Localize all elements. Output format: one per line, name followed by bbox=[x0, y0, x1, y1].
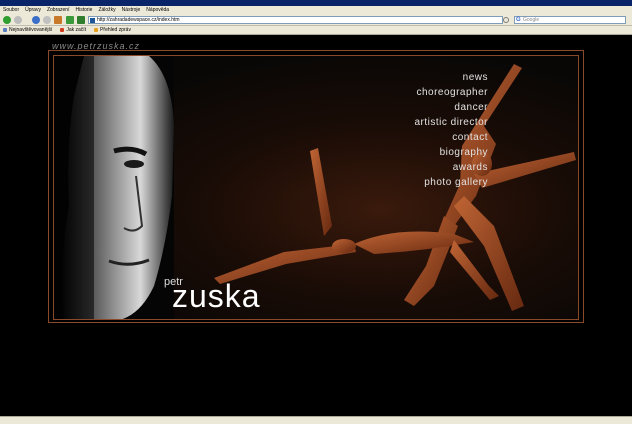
menu-historie[interactable]: Historie bbox=[75, 7, 92, 13]
menu-zalozky[interactable]: Záložky bbox=[98, 7, 115, 13]
favicon-icon bbox=[90, 18, 95, 23]
stop-icon[interactable] bbox=[43, 16, 51, 24]
reload-icon[interactable] bbox=[32, 16, 40, 24]
google-search-icon: G bbox=[516, 17, 521, 23]
bookmark-item[interactable]: Nejnavštěvovanější bbox=[3, 27, 52, 33]
menu-soubor[interactable]: Soubor bbox=[3, 7, 19, 13]
search-input[interactable]: G Google bbox=[514, 16, 626, 24]
nav-photo-gallery[interactable]: photo gallery bbox=[414, 175, 488, 190]
go-icon[interactable] bbox=[503, 17, 509, 23]
nav-biography[interactable]: biography bbox=[414, 145, 488, 160]
site-navigation: news choreographer dancer artistic direc… bbox=[414, 70, 488, 190]
bookmark-icon bbox=[3, 28, 7, 32]
nav-choreographer[interactable]: choreographer bbox=[414, 85, 488, 100]
back-icon[interactable] bbox=[3, 16, 11, 24]
nav-news[interactable]: news bbox=[414, 70, 488, 85]
bookmark-item[interactable]: Jak začít bbox=[60, 27, 86, 33]
page-icon[interactable] bbox=[77, 16, 85, 24]
url-input[interactable]: http://zahradadewspace.cz/index.htm bbox=[88, 16, 503, 24]
nav-contact[interactable]: contact bbox=[414, 130, 488, 145]
hero-panel: news choreographer dancer artistic direc… bbox=[53, 55, 579, 320]
browser-menubar: Soubor Úpravy Zobrazení Historie Záložky… bbox=[0, 6, 632, 14]
home-icon[interactable] bbox=[54, 16, 62, 24]
menu-zobrazeni[interactable]: Zobrazení bbox=[47, 7, 70, 13]
nav-awards[interactable]: awards bbox=[414, 160, 488, 175]
nav-artistic-director[interactable]: artistic director bbox=[414, 115, 488, 130]
menu-nastroje[interactable]: Nástroje bbox=[122, 7, 141, 13]
dancers-image bbox=[214, 64, 576, 311]
browser-toolbar: http://zahradadewspace.cz/index.htm G Go… bbox=[0, 14, 632, 26]
bookmark-item[interactable]: Přehled zpráv bbox=[94, 27, 131, 33]
rss-icon[interactable] bbox=[66, 16, 74, 24]
browser-statusbar bbox=[0, 416, 632, 424]
firefox-icon bbox=[60, 28, 65, 32]
menu-upravy[interactable]: Úpravy bbox=[25, 7, 41, 13]
search-placeholder: Google bbox=[523, 17, 540, 23]
rss-feed-icon bbox=[94, 28, 99, 32]
artist-last-name: zuska bbox=[172, 278, 261, 314]
bookmarks-bar: Nejnavštěvovanější Jak začít Přehled zpr… bbox=[0, 26, 632, 35]
portrait-image bbox=[54, 56, 174, 319]
nav-dancer[interactable]: dancer bbox=[414, 100, 488, 115]
forward-icon[interactable] bbox=[14, 16, 22, 24]
menu-napoveda[interactable]: Nápověda bbox=[146, 7, 169, 13]
url-text: http://zahradadewspace.cz/index.htm bbox=[97, 17, 180, 23]
